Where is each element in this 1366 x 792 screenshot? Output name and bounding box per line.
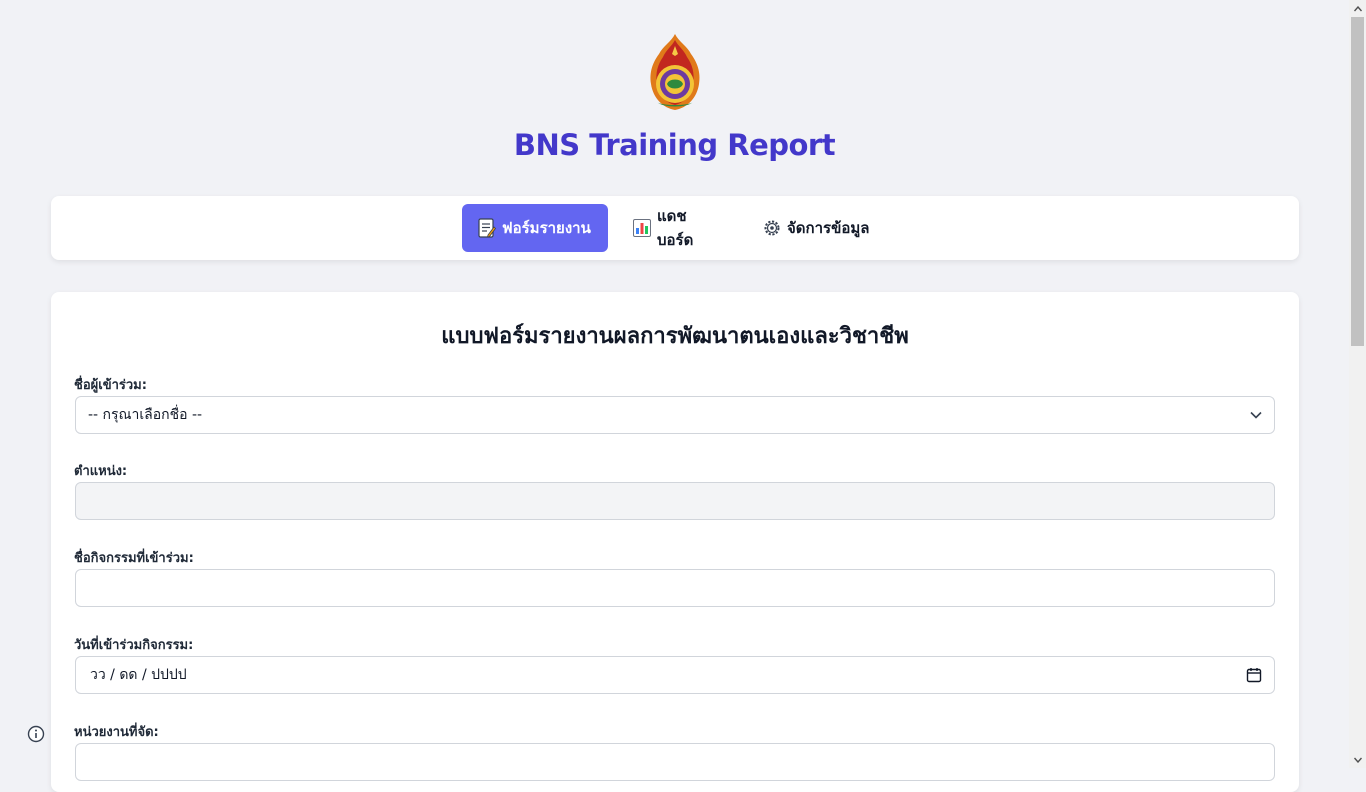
gear-icon (763, 219, 781, 237)
form-title: แบบฟอร์มรายงานผลการพัฒนาตนเองและวิชาชีพ (441, 324, 909, 349)
participant-select[interactable]: -- กรุณาเลือกชื่อ -- (75, 396, 1275, 434)
position-field (75, 482, 1275, 520)
report-form-card: แบบฟอร์มรายงานผลการพัฒนาตนเองและวิชาชีพ … (51, 292, 1299, 792)
page: BNS Training Report ฟอร์มรายงาน แดชบอร์ด… (0, 0, 1349, 792)
tab-report-form[interactable]: ฟอร์มรายงาน (462, 204, 608, 252)
scroll-up-icon[interactable] (1349, 0, 1366, 17)
calendar-icon[interactable] (1246, 667, 1262, 683)
page-scrollbar[interactable] (1349, 0, 1366, 768)
participant-selected-value: -- กรุณาเลือกชื่อ -- (88, 407, 203, 423)
organizer-input[interactable] (75, 743, 1275, 781)
activity-date-input[interactable]: วว / ดด / ปปปป (75, 656, 1275, 694)
organizer-label: หน่วยงานที่จัด: (74, 725, 159, 740)
bar-chart-icon (633, 219, 651, 237)
scroll-down-icon[interactable] (1349, 751, 1366, 768)
obec-emblem-icon (645, 32, 705, 112)
tab-label: ฟอร์มรายงาน (502, 219, 591, 237)
activity-name-input[interactable] (75, 569, 1275, 607)
scroll-thumb[interactable] (1351, 17, 1364, 346)
info-icon[interactable] (25, 723, 47, 745)
tab-manage-data[interactable]: จัดการข้อมูล (751, 204, 891, 252)
date-label: วันที่เข้าร่วมกิจกรรม: (74, 638, 194, 653)
tab-dashboard[interactable]: แดชบอร์ด (621, 204, 733, 252)
date-placeholder: วว / ดด / ปปปป (90, 667, 187, 683)
tab-label: แดชบอร์ด (657, 207, 694, 249)
tab-label: จัดการข้อมูล (787, 219, 870, 237)
position-label: ตำแหน่ง: (74, 464, 128, 479)
memo-icon (478, 218, 496, 238)
app-title: BNS Training Report (513, 128, 836, 162)
participant-label: ชื่อผู้เข้าร่วม: (74, 378, 147, 393)
nav-bar: ฟอร์มรายงาน แดชบอร์ด จัดการข้อมูล (51, 196, 1299, 260)
chevron-down-icon (1250, 411, 1262, 419)
activity-label: ชื่อกิจกรรมที่เข้าร่วม: (74, 551, 194, 566)
